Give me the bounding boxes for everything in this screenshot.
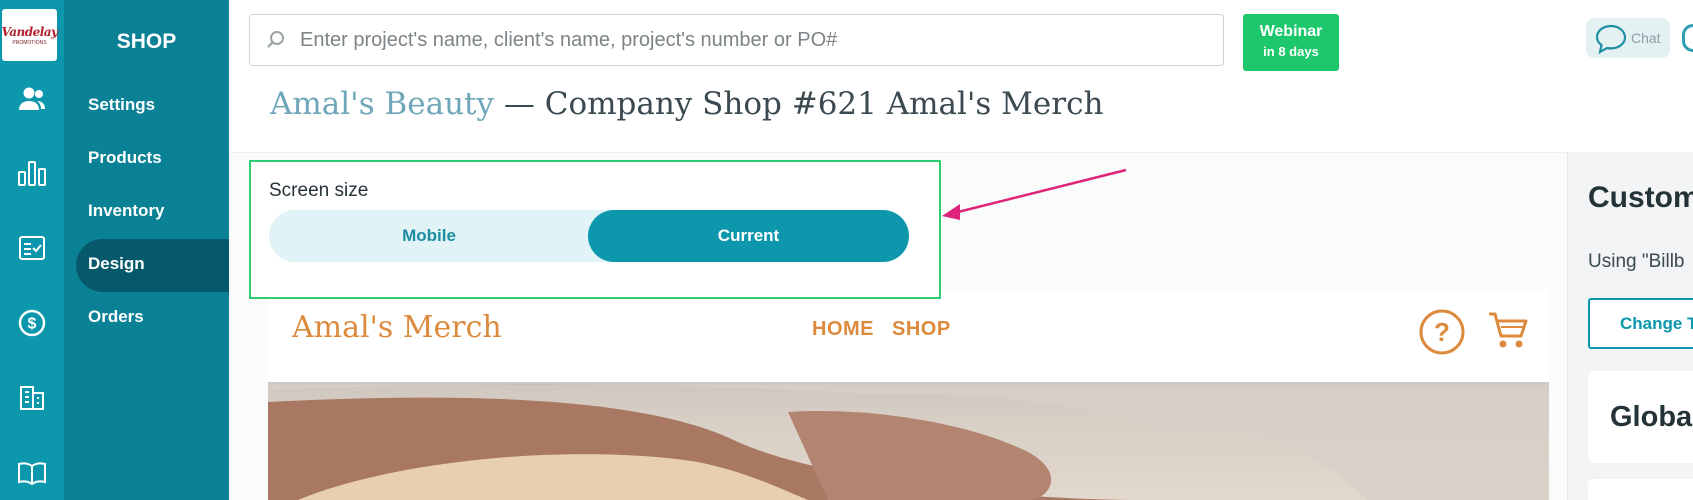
page-title-text: — Company Shop #621 Amal's Merch: [494, 86, 1104, 122]
bar-chart-icon[interactable]: [16, 157, 48, 189]
dollar-icon[interactable]: $: [16, 307, 48, 339]
webinar-button[interactable]: Webinar in 8 days: [1243, 14, 1339, 71]
annotation-arrow: [942, 168, 1127, 220]
global-settings-card[interactable]: Globa: [1588, 371, 1693, 463]
building-icon[interactable]: [16, 382, 48, 414]
webinar-subtitle: in 8 days: [1263, 44, 1319, 59]
shop-sidebar: SHOP Settings Products Inventory Design …: [64, 0, 229, 500]
client-link[interactable]: Amal's Beauty: [270, 86, 494, 122]
change-theme-button[interactable]: Change T: [1588, 298, 1693, 349]
chat-label: Chat: [1631, 30, 1661, 46]
customize-panel: Custom Using "Billb Change T Globa: [1567, 153, 1693, 500]
store-nav-home[interactable]: HOME: [812, 318, 874, 341]
company-logo[interactable]: Vandelay PROMOTIONS: [1, 9, 58, 61]
panel-subtitle: Using "Billb: [1588, 251, 1685, 272]
global-title: Globa: [1610, 401, 1693, 433]
question-circle-icon[interactable]: ?: [1418, 308, 1466, 361]
sidebar-item-orders[interactable]: Orders: [88, 295, 144, 338]
mobile-option[interactable]: Mobile: [269, 210, 589, 262]
search-bar: [249, 14, 1224, 66]
logo-name: Vandelay: [1, 24, 58, 39]
sidebar-item-design[interactable]: Design: [88, 242, 145, 285]
current-option[interactable]: Current: [588, 210, 909, 262]
icon-rail: Vandelay PROMOTIONS $: [0, 0, 64, 500]
store-preview: Amal's Merch HOME SHOP ?: [268, 290, 1549, 500]
logo-tagline: PROMOTIONS: [12, 39, 47, 46]
hero-hand-graphic: [268, 382, 1549, 500]
store-nav-shop[interactable]: SHOP: [892, 318, 951, 341]
sidebar-item-inventory[interactable]: Inventory: [88, 189, 165, 232]
screen-size-label: Screen size: [269, 180, 369, 201]
search-icon: [266, 30, 286, 55]
settings-card[interactable]: [1588, 479, 1693, 500]
users-icon[interactable]: [16, 83, 48, 115]
svg-text:$: $: [28, 316, 37, 333]
svg-text:?: ?: [1434, 317, 1450, 347]
help-circle-icon[interactable]: [1682, 24, 1693, 52]
sidebar-title: SHOP: [116, 30, 177, 53]
page-title: Amal's Beauty — Company Shop #621 Amal's…: [270, 86, 1103, 122]
sidebar-item-settings[interactable]: Settings: [88, 83, 155, 126]
book-icon[interactable]: [16, 457, 48, 489]
cart-icon[interactable]: [1486, 310, 1530, 357]
store-name: Amal's Merch: [292, 310, 502, 345]
chat-bubble-icon: [1594, 23, 1628, 60]
checklist-icon[interactable]: [16, 232, 48, 264]
sidebar-item-products[interactable]: Products: [88, 136, 162, 179]
screen-size-panel: Screen size Mobile Current: [249, 160, 941, 299]
panel-title: Custom: [1588, 181, 1693, 214]
chat-button[interactable]: Chat: [1586, 18, 1670, 58]
search-input[interactable]: [300, 25, 1200, 55]
webinar-title: Webinar: [1259, 23, 1323, 40]
hero-image: [268, 382, 1549, 500]
screen-size-toggle: Mobile Current: [269, 210, 909, 262]
